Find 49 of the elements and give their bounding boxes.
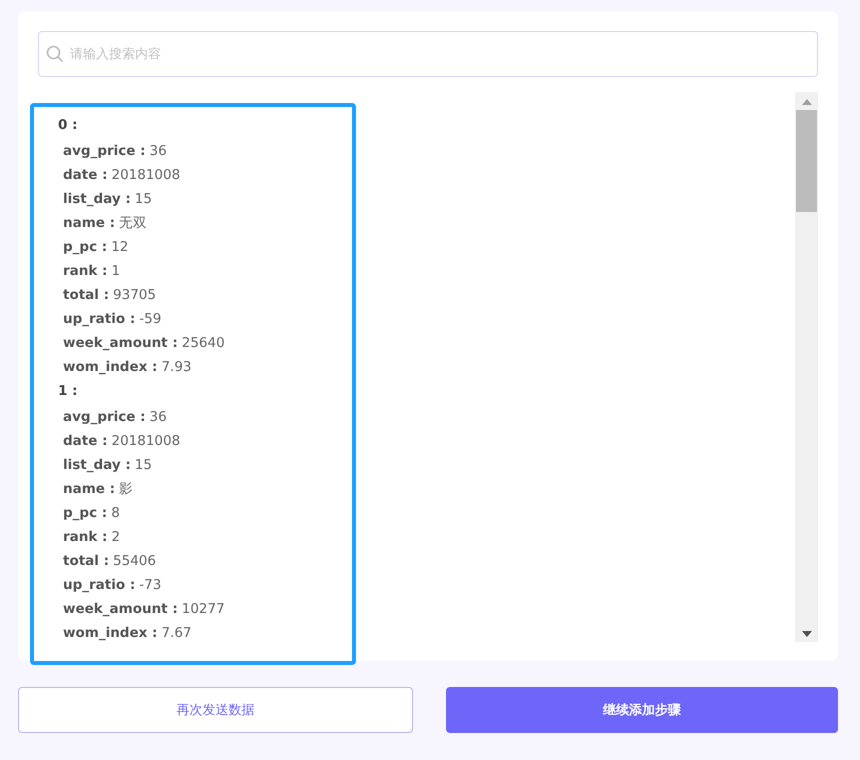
field-value: 25640 <box>182 335 225 351</box>
scrollbar[interactable] <box>795 92 818 642</box>
field-key: name : <box>63 481 116 497</box>
field-key: wom_index : <box>63 359 158 375</box>
field-value: 无双 <box>119 215 148 231</box>
field-value: 55406 <box>113 553 156 569</box>
field-key: week_amount : <box>63 601 178 617</box>
resend-button[interactable]: 再次发送数据 <box>18 687 412 733</box>
field-key: name : <box>63 215 116 231</box>
field-key: wom_index : <box>63 625 158 641</box>
field-value: -73 <box>139 577 162 593</box>
field-value: 2 <box>111 529 120 545</box>
field-value: 影 <box>119 481 134 497</box>
search-field[interactable]: 请输入搜索内容 <box>38 31 818 77</box>
field-key: p_pc : <box>63 239 108 255</box>
field-value: -59 <box>139 311 162 327</box>
field-key: list_day : <box>63 191 131 207</box>
field-key: rank : <box>63 263 108 279</box>
field-key: date : <box>63 433 108 449</box>
field-value: 7.93 <box>161 359 192 375</box>
field-value: 93705 <box>113 287 156 303</box>
field-key: list_day : <box>63 457 131 473</box>
field-key: avg_price : <box>63 143 146 159</box>
field-key: up_ratio : <box>63 577 136 593</box>
field-value: 20181008 <box>111 167 180 183</box>
field-value: 36 <box>150 143 167 159</box>
field-value: 1 <box>111 263 120 279</box>
field-key: up_ratio : <box>63 311 136 327</box>
field-value: 12 <box>111 239 128 255</box>
record-index: 1 : <box>58 382 78 401</box>
scroll-down-icon[interactable] <box>802 631 812 637</box>
field-key: avg_price : <box>63 409 146 425</box>
scroll-up-icon[interactable] <box>802 99 812 105</box>
field-key: total : <box>63 553 110 569</box>
field-key: date : <box>63 167 108 183</box>
field-value: 36 <box>150 409 167 425</box>
field-value: 8 <box>111 505 120 521</box>
field-value: 15 <box>134 191 152 207</box>
scroll-thumb[interactable] <box>796 110 817 212</box>
field-value: 15 <box>134 457 152 473</box>
record-index: 0 : <box>58 116 78 135</box>
field-value: 7.67 <box>161 625 192 641</box>
field-key: week_amount : <box>63 335 178 351</box>
field-key: total : <box>63 287 110 303</box>
field-value: 20181008 <box>111 433 180 449</box>
field-value: 10277 <box>182 601 225 617</box>
continue-button[interactable]: 继续添加步骤 <box>446 687 838 733</box>
field-key: p_pc : <box>63 505 108 521</box>
field-key: rank : <box>63 529 108 545</box>
